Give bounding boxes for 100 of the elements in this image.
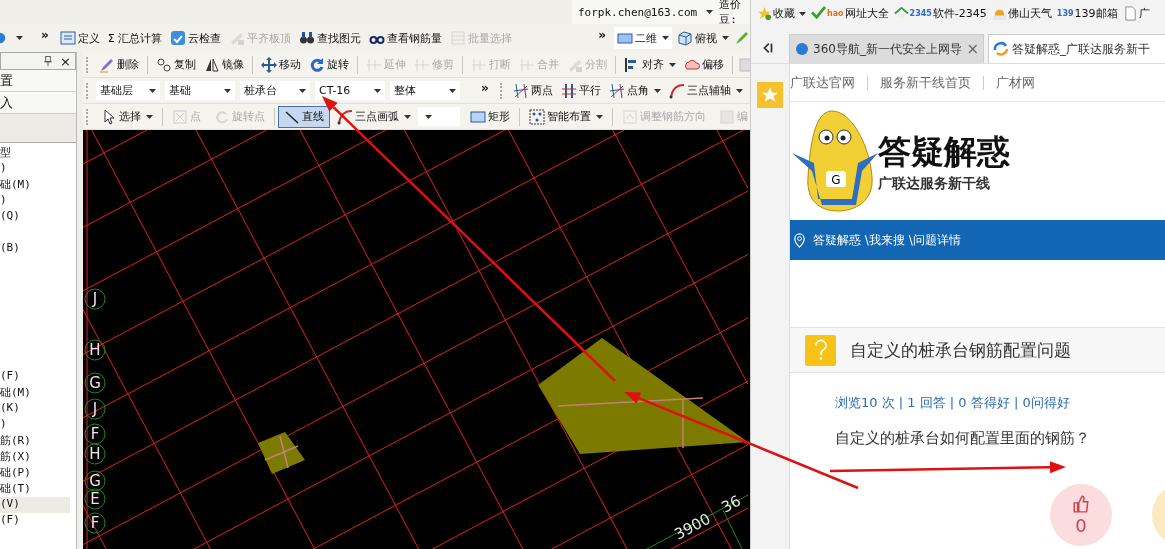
tree-item[interactable]: 础(M) <box>0 385 70 401</box>
caret-icon <box>425 114 432 119</box>
caret-icon <box>722 36 729 40</box>
tree-item[interactable]: (F) <box>0 513 70 529</box>
dropdown-field[interactable]: 桩承台 <box>240 81 310 100</box>
tree-item[interactable]: (F) <box>0 369 70 385</box>
caret-icon <box>146 114 153 119</box>
toolbar-button[interactable]: 矩形 <box>464 105 516 128</box>
grid-icon <box>450 30 467 46</box>
document-icon <box>1122 6 1138 21</box>
star-icon <box>757 6 772 21</box>
dropdown-field[interactable]: CT-16 <box>315 81 385 100</box>
tree-item[interactable]: (Q) <box>0 209 70 225</box>
axis-label: F <box>84 423 106 445</box>
question-text: 自定义的桩承台如何配置里面的钢筋？ <box>835 429 1091 448</box>
nav-link[interactable]: 广材网 <box>996 73 1035 92</box>
overflow-chevron[interactable]: » <box>25 28 55 48</box>
logo-subtitle: 广联达服务新干线 <box>878 174 991 193</box>
account-email[interactable]: forpk.chen@163.com <box>578 5 698 19</box>
nav-link[interactable]: 广联达官网 <box>790 73 855 92</box>
question-title: 自定义的桩承台钢筋配置问题 <box>850 338 1071 362</box>
check-icon <box>811 6 826 21</box>
toolbar-button[interactable]: 查找图元 <box>296 27 365 49</box>
dropdown-field[interactable] <box>418 107 460 126</box>
tree-item[interactable]: 筋(X) <box>0 449 70 465</box>
toolbar-button[interactable]: 智能布置 <box>523 105 609 128</box>
location-icon <box>792 232 807 248</box>
caret-icon <box>735 88 743 93</box>
parallel-lines-icon <box>560 82 577 99</box>
toolbar-button[interactable]: 复制 <box>153 53 199 76</box>
square-icon <box>617 30 633 46</box>
toolbar-button[interactable]: 点角 <box>605 79 664 102</box>
dropdown-field[interactable]: 基础层 <box>96 81 160 100</box>
toolbar-button[interactable]: 选择 <box>95 105 159 128</box>
toolbar-button[interactable]: 二维 <box>614 27 672 49</box>
tree-item[interactable]: ) <box>0 161 70 177</box>
tree-item[interactable]: (K) <box>0 401 70 417</box>
axis-label: J <box>84 288 106 310</box>
close-button[interactable]: × <box>60 53 71 69</box>
toolbar-button[interactable]: 直线 <box>278 105 330 128</box>
bookmark-link[interactable]: 广 <box>1122 6 1150 21</box>
browser-tab[interactable]: 答疑解惑_广联达服务新干 <box>988 34 1165 63</box>
overflow-chevron[interactable]: » <box>465 80 495 101</box>
toolbar-button[interactable]: 移动 <box>258 53 304 76</box>
caret-icon <box>653 88 661 93</box>
toolbar-button[interactable]: 偏移 <box>681 53 727 76</box>
bookmark-link[interactable]: 2345软件-2345 <box>893 6 987 21</box>
dropdown-field[interactable]: 基础 <box>165 81 235 100</box>
tree-item[interactable]: 础(T) <box>0 481 70 497</box>
circle-icon <box>794 41 810 57</box>
caret-icon <box>224 88 231 93</box>
caret-icon <box>449 88 456 93</box>
nav-link[interactable]: 服务新干线首页 <box>880 73 971 92</box>
lines-icon <box>519 56 535 73</box>
panel-item[interactable]: 置 <box>0 70 76 92</box>
toolbar-button[interactable]: 对齐 <box>621 53 679 76</box>
tree-item[interactable]: ) <box>0 193 70 209</box>
crossed-box-icon <box>172 108 188 125</box>
ruler-icon <box>229 30 246 46</box>
bookmark-link[interactable]: 佛山天气 <box>991 6 1052 21</box>
toolbar-button[interactable]: 两点 <box>509 79 556 102</box>
grid-icon <box>622 108 638 125</box>
browser-tab[interactable]: 360导航_新一代安全上网导 × <box>789 34 984 63</box>
pen-icon <box>734 30 750 46</box>
tree-item[interactable]: (V) <box>0 497 70 513</box>
bookmark-link[interactable]: hao 网址大全 <box>811 6 889 21</box>
tree-item[interactable]: 型 <box>0 145 70 161</box>
dropdown-field[interactable]: 整体 <box>390 81 460 100</box>
tree-item[interactable]: 筋(R) <box>0 433 70 449</box>
breadcrumb: 答疑解惑 \我来搜 \问题详情 <box>813 231 961 249</box>
caret-icon <box>662 36 669 40</box>
swirl-icon <box>993 41 1009 57</box>
mirror-icon <box>204 56 220 73</box>
overflow-chevron[interactable]: » <box>582 28 612 48</box>
toolbar-button[interactable]: 镜像 <box>201 53 247 76</box>
tree-item[interactable]: 础(M) <box>0 177 70 193</box>
close-button[interactable]: × <box>966 40 979 58</box>
bookmark-link[interactable]: 139 139邮箱 <box>1056 6 1118 21</box>
tree-item[interactable]: 础(P) <box>0 465 70 481</box>
toolbar-button[interactable]: 云检查 <box>167 27 225 49</box>
toolbar-button[interactable]: 查看钢筋量 <box>366 27 446 49</box>
like-button[interactable]: 0 <box>1050 484 1112 546</box>
lines-icon <box>366 56 382 73</box>
toolbar-button[interactable]: 定义 <box>56 27 103 49</box>
tree-item[interactable]: ) <box>0 417 70 433</box>
bookmark-link[interactable]: 收藏 <box>757 6 806 21</box>
axis-label: G <box>84 372 106 394</box>
favorites-button[interactable] <box>757 82 783 108</box>
toolbar-button[interactable]: Σ 汇总计算 <box>104 27 166 49</box>
panel-item[interactable]: 入 <box>0 92 76 114</box>
toolbar-button[interactable]: 删除 <box>96 53 142 76</box>
toolbar-button[interactable]: 俯视 <box>674 27 732 49</box>
toolbar-button[interactable]: 三点辅轴 <box>665 79 746 102</box>
pile-cap-shape <box>258 432 305 474</box>
toolbar-button[interactable]: 三点画弧 <box>331 105 417 128</box>
tree-item[interactable]: (B) <box>0 241 70 257</box>
collapse-icon <box>761 41 775 55</box>
toolbar-button[interactable]: 旋转 <box>306 53 352 76</box>
toolbar-button[interactable]: 平行 <box>557 79 604 102</box>
caret-icon <box>596 114 603 119</box>
